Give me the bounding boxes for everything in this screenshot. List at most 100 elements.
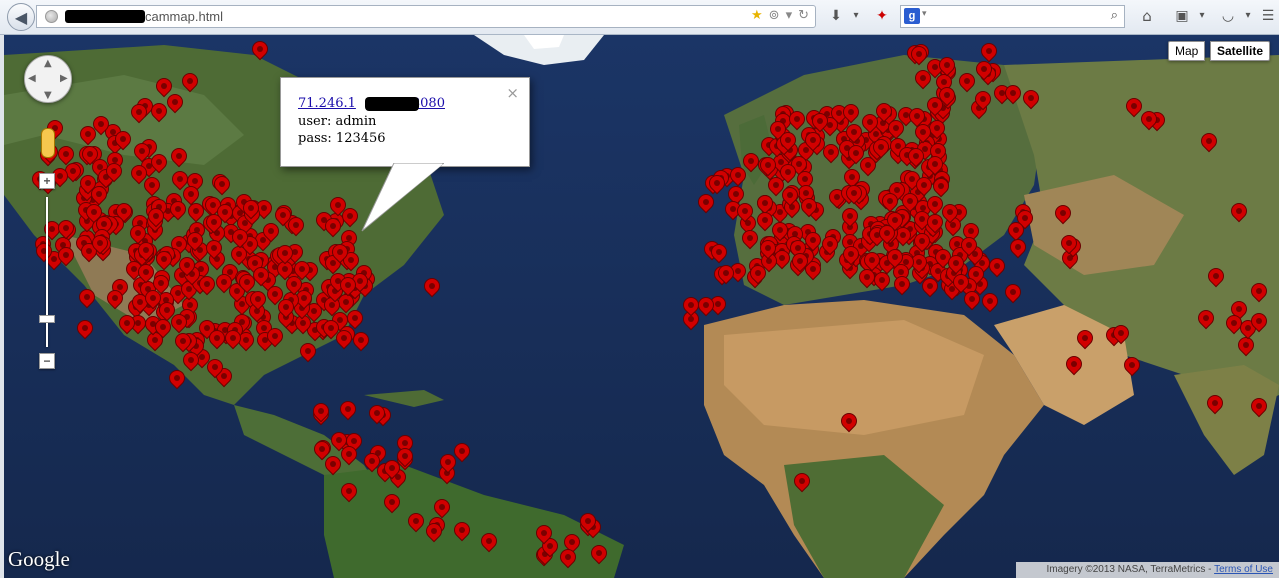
camera-pin-icon[interactable] bbox=[144, 204, 168, 230]
camera-pin-icon[interactable] bbox=[1194, 306, 1218, 332]
camera-pin-icon[interactable] bbox=[450, 518, 474, 544]
search-icon[interactable]: ⌕ bbox=[1111, 8, 1118, 23]
camera-pin-icon[interactable] bbox=[1203, 391, 1227, 417]
zoom-track[interactable] bbox=[46, 197, 48, 347]
pocket-icon[interactable]: ◡ bbox=[1218, 6, 1238, 26]
camera-pin-icon[interactable] bbox=[801, 128, 825, 154]
camera-pin-icon[interactable] bbox=[801, 228, 825, 254]
camera-pin-icon[interactable] bbox=[103, 286, 127, 312]
star-icon[interactable]: ★ bbox=[751, 8, 763, 23]
camera-pin-icon[interactable] bbox=[1109, 321, 1133, 347]
home-icon[interactable]: ⌂ bbox=[1137, 6, 1157, 26]
camera-pin-icon[interactable] bbox=[127, 100, 151, 126]
camera-pin-icon[interactable] bbox=[1057, 231, 1081, 257]
camera-pin-icon[interactable] bbox=[271, 203, 295, 229]
camera-pin-icon[interactable] bbox=[274, 295, 298, 321]
camera-pin-icon[interactable] bbox=[115, 311, 139, 337]
camera-pin-icon[interactable] bbox=[911, 120, 935, 146]
camera-pin-icon[interactable] bbox=[337, 442, 361, 468]
camera-pin-icon[interactable] bbox=[336, 273, 360, 299]
pan-control[interactable]: ▲ ▼ ◀ ▶ bbox=[24, 55, 72, 103]
camera-pin-icon[interactable] bbox=[167, 144, 191, 170]
camera-pin-icon[interactable] bbox=[726, 163, 750, 189]
camera-pin-icon[interactable] bbox=[166, 197, 190, 223]
camera-pin-icon[interactable] bbox=[756, 236, 780, 262]
camera-pin-icon[interactable] bbox=[221, 326, 245, 352]
camera-pin-icon[interactable] bbox=[1247, 279, 1271, 305]
camera-pin-icon[interactable] bbox=[694, 190, 718, 216]
camera-pin-icon[interactable] bbox=[179, 348, 203, 374]
camera-pin-icon[interactable] bbox=[790, 469, 814, 495]
camera-pin-icon[interactable] bbox=[556, 545, 580, 571]
camera-pin-icon[interactable] bbox=[776, 128, 800, 154]
camera-pin-icon[interactable] bbox=[935, 53, 959, 79]
camera-pin-icon[interactable] bbox=[178, 69, 202, 95]
camera-pin-icon[interactable] bbox=[349, 328, 373, 354]
camera-pin-icon[interactable] bbox=[949, 270, 973, 296]
camera-pin-icon[interactable] bbox=[134, 260, 158, 286]
camera-pin-icon[interactable] bbox=[175, 253, 199, 279]
camera-pin-icon[interactable] bbox=[321, 214, 345, 240]
camera-pin-icon[interactable] bbox=[184, 199, 208, 225]
camera-pin-icon[interactable] bbox=[907, 42, 931, 68]
camera-pin-icon[interactable] bbox=[32, 239, 56, 265]
camera-pin-icon[interactable] bbox=[839, 100, 863, 126]
camera-pin-icon[interactable] bbox=[337, 479, 361, 505]
camera-pin-icon[interactable] bbox=[532, 521, 556, 547]
search-bar[interactable]: g ▾ ⌕ bbox=[900, 5, 1125, 28]
pan-up-icon[interactable]: ▲ bbox=[44, 58, 52, 69]
camera-pin-icon[interactable] bbox=[918, 274, 942, 300]
camera-pin-icon[interactable] bbox=[296, 339, 320, 365]
camera-pin-icon[interactable] bbox=[102, 159, 126, 185]
camera-pin-icon[interactable] bbox=[319, 316, 343, 342]
terms-of-use-link[interactable]: Terms of Use bbox=[1214, 564, 1273, 575]
camera-pin-icon[interactable] bbox=[869, 135, 893, 161]
camera-pin-icon[interactable] bbox=[88, 231, 112, 257]
camera-pin-icon[interactable] bbox=[87, 182, 111, 208]
camera-pin-icon[interactable] bbox=[228, 225, 252, 251]
camera-pin-icon[interactable] bbox=[127, 161, 151, 187]
download-icon[interactable]: ⬇ bbox=[826, 6, 846, 26]
camera-pin-icon[interactable] bbox=[1019, 86, 1043, 112]
url-bar[interactable]: cammap.html ★ ⊚ ▾ ↻ bbox=[36, 5, 816, 28]
camera-pin-icon[interactable] bbox=[183, 228, 207, 254]
camera-pin-icon[interactable] bbox=[785, 107, 809, 133]
camera-pin-icon[interactable] bbox=[587, 541, 611, 567]
menu-icon[interactable]: ☰ bbox=[1258, 6, 1278, 26]
camera-pin-icon[interactable] bbox=[78, 142, 102, 168]
map-canvas[interactable]: ▲ ▼ ◀ ▶ + − Map Satellite 71.246.1 8080 u… bbox=[4, 35, 1279, 578]
camera-pin-icon[interactable] bbox=[328, 240, 352, 266]
camera-pin-icon[interactable] bbox=[1197, 129, 1221, 155]
camera-pin-icon[interactable] bbox=[1001, 81, 1025, 107]
camera-pin-icon[interactable] bbox=[818, 232, 842, 258]
camera-pin-icon[interactable] bbox=[130, 139, 154, 165]
camera-pin-icon[interactable] bbox=[273, 241, 297, 267]
camera-pin-icon[interactable] bbox=[205, 326, 229, 352]
camera-pin-icon[interactable] bbox=[679, 293, 703, 319]
camera-pin-icon[interactable] bbox=[239, 196, 263, 222]
camera-link-prefix[interactable]: 71.246.1 bbox=[298, 96, 356, 111]
reload-icon[interactable]: ↻ bbox=[798, 8, 809, 23]
camera-pin-icon[interactable] bbox=[1001, 280, 1025, 306]
camera-pin-icon[interactable] bbox=[1247, 309, 1271, 335]
camera-pin-icon[interactable] bbox=[938, 200, 962, 226]
camera-pin-icon[interactable] bbox=[420, 274, 444, 300]
camera-pin-icon[interactable] bbox=[753, 208, 777, 234]
camera-pin-icon[interactable] bbox=[776, 160, 800, 186]
camera-pin-icon[interactable] bbox=[972, 57, 996, 83]
camera-pin-icon[interactable] bbox=[152, 74, 176, 100]
camera-pin-icon[interactable] bbox=[778, 183, 802, 209]
camera-pin-icon[interactable] bbox=[935, 83, 959, 109]
camera-pin-icon[interactable] bbox=[971, 87, 995, 113]
map-type-map-button[interactable]: Map bbox=[1168, 41, 1206, 61]
pan-down-icon[interactable]: ▼ bbox=[44, 90, 52, 101]
camera-pin-icon[interactable] bbox=[1073, 326, 1097, 352]
camera-pin-icon[interactable] bbox=[1137, 107, 1161, 133]
camera-pin-icon[interactable] bbox=[477, 529, 501, 555]
camera-pin-icon[interactable] bbox=[54, 243, 78, 269]
camera-pin-icon[interactable] bbox=[111, 127, 135, 153]
camera-pin-icon[interactable] bbox=[168, 167, 192, 193]
camera-pin-icon[interactable] bbox=[422, 519, 446, 545]
zoom-in-button[interactable]: + bbox=[39, 173, 55, 189]
camera-pin-icon[interactable] bbox=[290, 257, 314, 283]
